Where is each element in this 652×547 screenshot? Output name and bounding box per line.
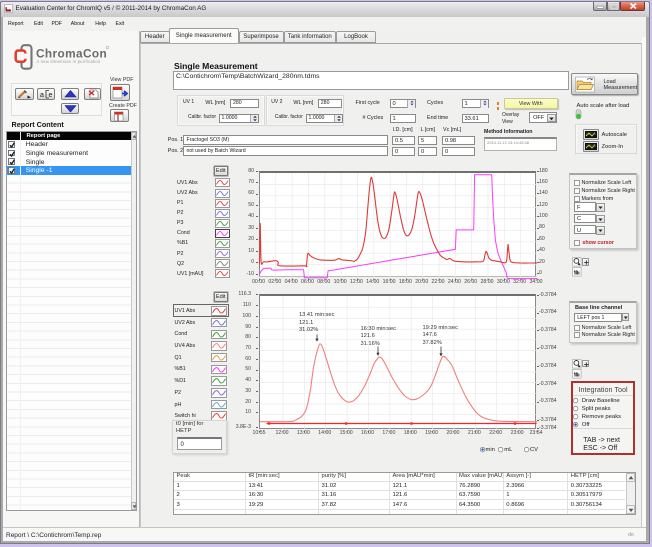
svg-text:e: e xyxy=(49,92,53,99)
svg-text:a: a xyxy=(40,92,44,99)
svg-text:A new dimension in purificatio: A new dimension in purification xyxy=(37,59,101,64)
